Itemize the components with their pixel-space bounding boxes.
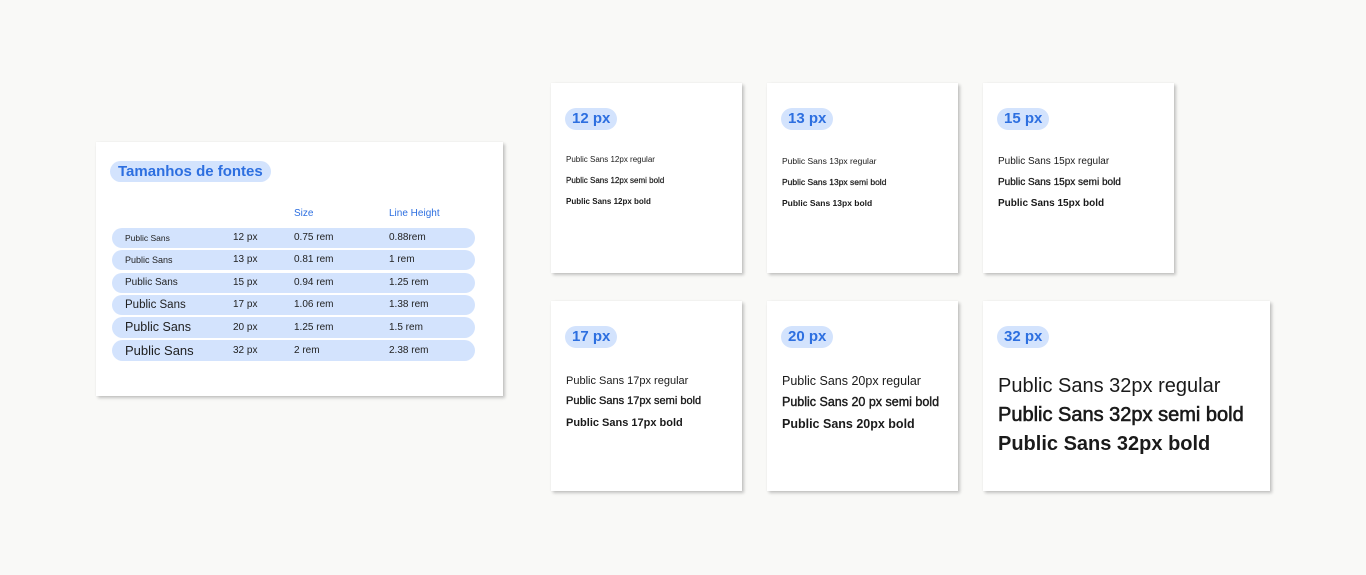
sample-bold: Public Sans 32px bold [998, 433, 1211, 455]
line-height-cell: 1.25 rem [389, 277, 429, 288]
font-name-cell: Public Sans [125, 233, 170, 243]
font-name-cell: Public Sans [125, 343, 194, 358]
sample-card-15px: 15 px Public Sans 15px regular Public Sa… [983, 83, 1174, 273]
font-name-cell: Public Sans [125, 255, 173, 265]
font-size-table-card: Tamanhos de fontes Size Line Height Publ… [96, 142, 503, 396]
sample-bold: Public Sans 20px bold [782, 417, 915, 431]
table-row: Public Sans 20 px 1.25 rem 1.5 rem [112, 317, 475, 338]
rem-cell: 0.94 rem [294, 277, 334, 288]
sample-regular: Public Sans 13px regular [782, 156, 877, 166]
line-height-cell: 2.38 rem [389, 345, 429, 356]
line-height-cell: 1 rem [389, 254, 415, 265]
size-label: 32 px [997, 326, 1050, 348]
px-cell: 17 px [233, 299, 258, 310]
table-row: Public Sans 13 px 0.81 rem 1 rem [112, 250, 475, 270]
px-cell: 13 px [233, 254, 258, 265]
line-height-cell: 0.88rem [389, 232, 426, 243]
px-cell: 15 px [233, 277, 258, 288]
sample-regular: Public Sans 17px regular [566, 375, 689, 387]
sample-semibold: Public Sans 15px semi bold [998, 177, 1121, 188]
rem-cell: 1.25 rem [294, 322, 334, 333]
size-label: 12 px [565, 108, 618, 130]
size-label: 17 px [565, 326, 618, 348]
sample-card-12px: 12 px Public Sans 12px regular Public Sa… [551, 83, 742, 273]
sample-semibold: Public Sans 32px semi bold [998, 404, 1244, 427]
font-name-cell: Public Sans [125, 277, 178, 288]
px-cell: 20 px [233, 322, 258, 333]
line-height-column-header: Line Height [389, 208, 440, 219]
table-row: Public Sans 32 px 2 rem 2.38 rem [112, 340, 475, 361]
rem-cell: 0.75 rem [294, 232, 334, 243]
sample-semibold: Public Sans 17px semi bold [566, 395, 702, 407]
sample-bold: Public Sans 15px bold [998, 198, 1105, 209]
font-name-cell: Public Sans [125, 320, 192, 334]
table-row: Public Sans 15 px 0.94 rem 1.25 rem [112, 273, 475, 293]
size-label: 15 px [997, 108, 1050, 130]
sample-regular: Public Sans 15px regular [998, 156, 1110, 167]
font-name-cell: Public Sans [125, 299, 186, 311]
sample-regular: Public Sans 32px regular [998, 375, 1221, 397]
rem-cell: 1.06 rem [294, 299, 334, 310]
sample-regular: Public Sans 20px regular [782, 374, 921, 388]
sample-semibold: Public Sans 12px semi bold [566, 176, 665, 185]
rem-cell: 0.81 rem [294, 254, 334, 265]
sample-semibold: Public Sans 13px semi bold [782, 177, 887, 187]
line-height-cell: 1.38 rem [389, 299, 429, 310]
sample-regular: Public Sans 12px regular [566, 155, 655, 164]
size-column-header: Size [294, 208, 314, 219]
rem-cell: 2 rem [294, 345, 320, 356]
sample-card-32px: 32 px Public Sans 32px regular Public Sa… [983, 301, 1270, 491]
table-title: Tamanhos de fontes [110, 161, 271, 182]
sample-card-17px: 17 px Public Sans 17px regular Public Sa… [551, 301, 742, 491]
table-row: Public Sans 17 px 1.06 rem 1.38 rem [112, 295, 475, 315]
sample-bold: Public Sans 12px bold [566, 197, 651, 206]
px-cell: 32 px [233, 345, 258, 356]
sample-semibold: Public Sans 20 px semi bold [782, 395, 940, 409]
px-cell: 12 px [233, 232, 258, 243]
line-height-cell: 1.5 rem [389, 322, 423, 333]
table-row: Public Sans 12 px 0.75 rem 0.88rem [112, 228, 475, 248]
sample-bold: Public Sans 17px bold [566, 417, 683, 429]
sample-card-13px: 13 px Public Sans 13px regular Public Sa… [767, 83, 958, 273]
size-label: 20 px [781, 326, 834, 348]
sample-card-20px: 20 px Public Sans 20px regular Public Sa… [767, 301, 958, 491]
size-label: 13 px [781, 108, 834, 130]
sample-bold: Public Sans 13px bold [782, 198, 873, 208]
